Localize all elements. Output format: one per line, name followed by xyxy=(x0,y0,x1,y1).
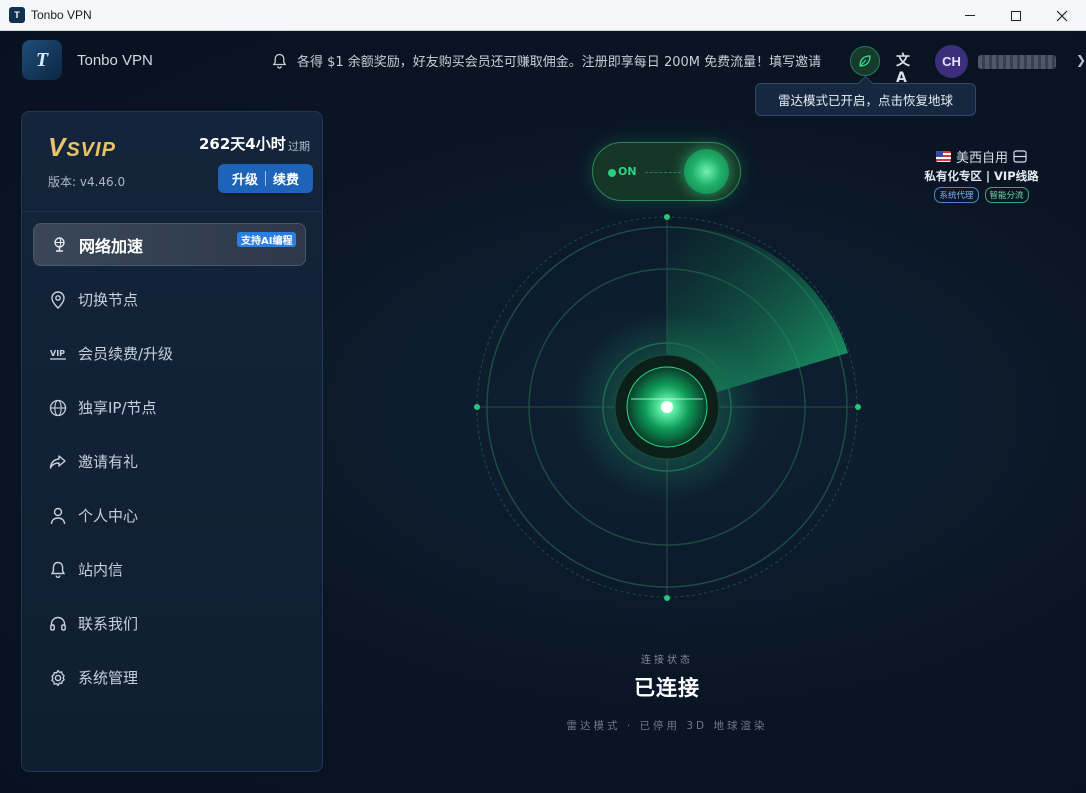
sidebar-item-label: 邀请有礼 xyxy=(78,453,139,471)
node-name: 美西自用 xyxy=(955,151,1008,166)
sidebar: VSVIP 262天4小时 过期 版本: v4.46.0 升级 续费 网络加速 … xyxy=(21,111,323,772)
connection-toggle[interactable]: ON xyxy=(592,142,741,201)
location-pin-icon xyxy=(49,290,67,309)
sidebar-item-profile[interactable]: 个人中心 xyxy=(33,494,306,537)
svip-logo: VSVIP xyxy=(48,132,116,162)
username-redacted xyxy=(978,55,1056,69)
bell-icon xyxy=(272,53,287,69)
app-logo: T xyxy=(22,40,62,80)
vip-remaining: 262天4小时 xyxy=(199,135,286,153)
app-window: T Tonbo VPN 各得 $1 余额奖励，好友购买会员还可赚取佣金。注册即享… xyxy=(0,31,1086,793)
minimize-icon xyxy=(965,15,975,16)
user-icon xyxy=(49,507,67,525)
version-label: 版本: v4.46.0 xyxy=(48,175,126,189)
bell-icon xyxy=(49,561,67,579)
app-header: T Tonbo VPN 各得 $1 余额奖励，好友购买会员还可赚取佣金。注册即享… xyxy=(0,31,1086,91)
translate-icon: 文A xyxy=(896,53,910,86)
sidebar-item-invite[interactable]: 邀请有礼 xyxy=(33,440,306,483)
radar-mode-button[interactable] xyxy=(850,46,880,76)
announcement-bar[interactable]: 各得 $1 余额奖励，好友购买会员还可赚取佣金。注册即享每日 200M 免费流量… xyxy=(272,51,821,70)
announcement-text: 各得 $1 余额奖励，好友购买会员还可赚取佣金。注册即享每日 200M 免费流量… xyxy=(297,55,822,70)
toggle-knob xyxy=(684,149,729,194)
maximize-icon xyxy=(1011,10,1021,21)
vip-icon: VIP xyxy=(49,345,67,363)
node-title: 美西自用 xyxy=(924,147,1039,166)
gear-icon xyxy=(49,669,67,687)
sidebar-item-dedicated-ip[interactable]: 独享IP/节点 xyxy=(33,386,306,429)
headset-icon xyxy=(49,615,67,633)
connection-status-value: 已连接 xyxy=(634,676,700,700)
toggle-track xyxy=(645,172,681,173)
window-app-icon: T xyxy=(9,7,25,23)
radar-marker xyxy=(664,214,670,220)
tag-system-proxy[interactable]: 系统代理 xyxy=(934,187,979,203)
language-button[interactable]: 文A xyxy=(896,50,918,86)
on-indicator xyxy=(608,169,616,177)
us-flag-icon xyxy=(935,151,951,162)
vip-actions: 升级 续费 xyxy=(218,164,313,193)
ai-support-badge: 支持AI编程 xyxy=(237,232,297,247)
maximize-button[interactable] xyxy=(993,0,1039,31)
radar-display xyxy=(474,214,861,601)
sidebar-item-label: 个人中心 xyxy=(78,507,139,525)
radar-marker xyxy=(664,595,670,601)
sidebar-item-messages[interactable]: 站内信 xyxy=(33,548,306,591)
close-button[interactable] xyxy=(1039,0,1085,31)
sidebar-item-label: 会员续费/升级 xyxy=(78,345,174,363)
minimize-button[interactable] xyxy=(947,0,993,31)
close-icon xyxy=(1056,10,1068,21)
sidebar-item-label: 站内信 xyxy=(78,561,124,579)
app-name: Tonbo VPN xyxy=(77,52,153,69)
vip-card: VSVIP 262天4小时 过期 版本: v4.46.0 升级 续费 xyxy=(22,112,322,212)
sidebar-item-settings[interactable]: 系统管理 xyxy=(33,656,306,699)
sidebar-item-label: 网络加速 xyxy=(79,236,144,256)
node-subtitle: 私有化专区 | VIP线路 xyxy=(924,169,1039,183)
vip-expire-label: 过期 xyxy=(288,140,310,153)
radar-mode-text: 雷达模式 · 已停用 3D 地球渲染 xyxy=(566,720,768,732)
window-title: Tonbo VPN xyxy=(31,8,92,22)
radar-marker xyxy=(474,404,480,410)
toggle-label: ON xyxy=(618,165,637,178)
chevron-right-icon[interactable]: ❯ xyxy=(1076,53,1086,67)
server-icon xyxy=(1013,150,1027,163)
tag-smart-split[interactable]: 智能分流 xyxy=(984,187,1029,203)
sidebar-item-network-acceleration[interactable]: 网络加速 支持AI编程 xyxy=(33,223,306,266)
sidebar-item-label: 联系我们 xyxy=(78,615,139,633)
radar-marker xyxy=(855,404,861,410)
divider xyxy=(265,171,266,186)
renew-button[interactable]: 续费 xyxy=(273,169,299,188)
node-tags: 系统代理 智能分流 xyxy=(924,187,1039,203)
upgrade-button[interactable]: 升级 xyxy=(232,169,258,188)
connection-status-label: 连接状态 xyxy=(641,655,693,666)
sidebar-item-contact[interactable]: 联系我们 xyxy=(33,602,306,645)
sidebar-item-label: 独享IP/节点 xyxy=(78,399,157,417)
sidebar-item-switch-node[interactable]: 切换节点 xyxy=(33,278,306,321)
globe-icon xyxy=(49,399,67,417)
leaf-icon xyxy=(859,55,871,67)
avatar[interactable]: CH xyxy=(935,45,968,78)
share-icon xyxy=(49,453,67,471)
radar-tooltip: 雷达模式已开启，点击恢复地球 xyxy=(755,83,976,116)
sidebar-item-vip-renew[interactable]: VIP 会员续费/升级 xyxy=(33,332,306,375)
sidebar-item-label: 系统管理 xyxy=(78,669,139,687)
svg-text:VIP: VIP xyxy=(50,349,65,358)
sidebar-item-label: 切换节点 xyxy=(78,291,139,309)
current-node[interactable]: 美西自用 私有化专区 | VIP线路 系统代理 智能分流 xyxy=(924,147,1039,203)
window-titlebar: T Tonbo VPN xyxy=(0,0,1086,31)
radar-core-center xyxy=(661,401,673,413)
globe-pin-icon xyxy=(50,236,68,254)
